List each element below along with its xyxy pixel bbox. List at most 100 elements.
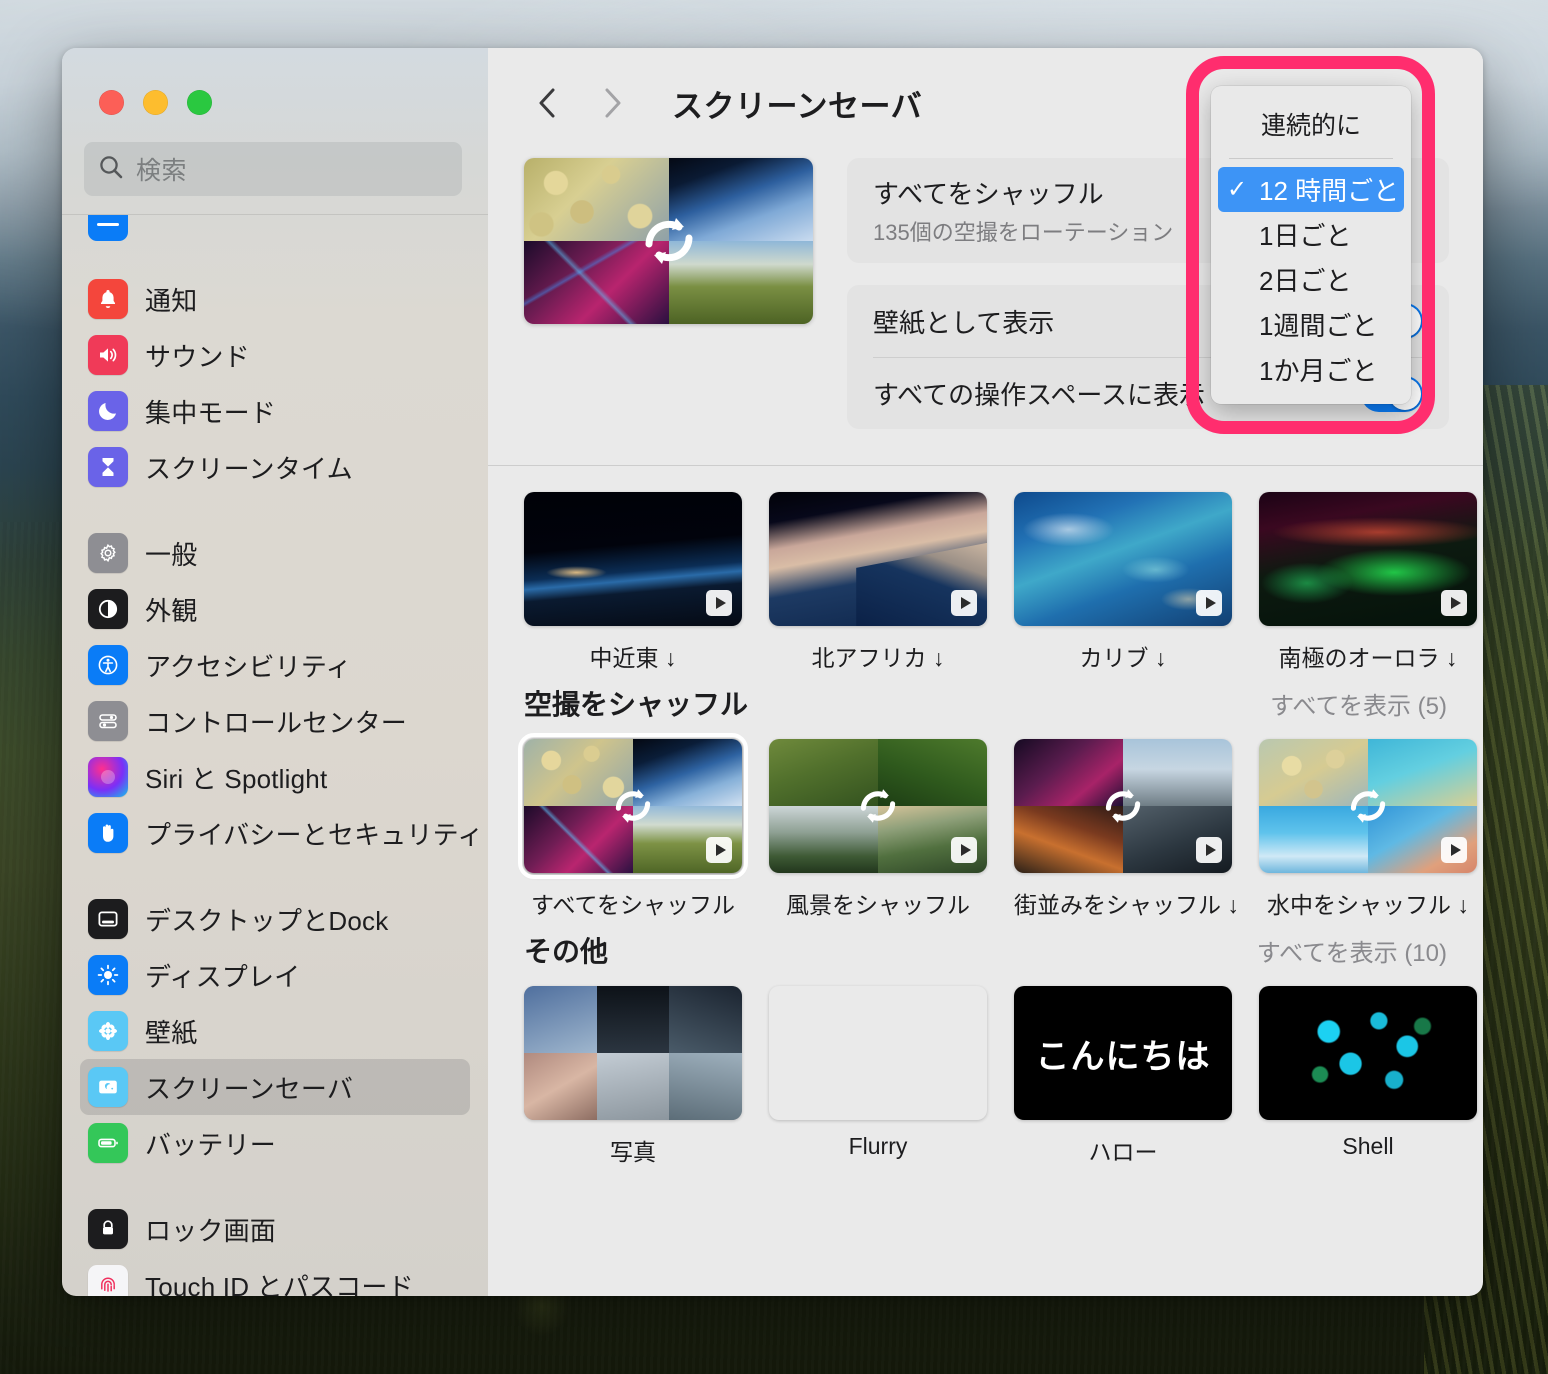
sidebar-item-touchid-password[interactable]: Touch ID とパスコード [80, 1257, 470, 1296]
gallery-tile[interactable]: 風景をシャッフル [769, 739, 987, 920]
tile-thumbnail[interactable] [1014, 492, 1232, 626]
show-all-link[interactable]: すべてを表示 (5) [1270, 686, 1447, 721]
menu-item-12-hours[interactable]: ✓ 12 時間ごと [1218, 167, 1404, 212]
tile-label: 水中をシャッフル ↓ [1267, 892, 1469, 918]
wallpaper-icon [88, 1011, 128, 1051]
minimize-button[interactable] [143, 90, 168, 115]
hello-art-text: こんにちは [1035, 1037, 1211, 1076]
tile-thumbnail[interactable] [1259, 492, 1477, 626]
sidebar-item-screensaver[interactable]: スクリーンセーバ [80, 1059, 470, 1115]
forward-button[interactable] [584, 75, 640, 131]
sidebar-item-sound[interactable]: サウンド [80, 327, 470, 383]
sidebar-group-4: ロック画面 Touch ID とパスコード [62, 1201, 488, 1296]
bell-icon [88, 279, 128, 319]
gallery-tile[interactable]: すべてをシャッフル [518, 733, 748, 920]
sidebar-item-control-center[interactable]: コントロールセンター [80, 693, 470, 749]
menu-item-label: 2日ごと [1259, 266, 1352, 296]
menu-item-weekly[interactable]: 1週間ごと [1218, 302, 1404, 347]
siri-icon [88, 757, 128, 797]
sidebar-item-label: アクセシビリティ [145, 651, 352, 682]
play-icon [706, 590, 732, 616]
gallery-section: 中近東 ↓ 北アフリカ ↓ カリブ ↓ 南極のオーロラ ↓ [524, 492, 1483, 673]
gallery-tile[interactable]: 街並みをシャッフル ↓ [1014, 739, 1239, 920]
gallery-tile[interactable]: 水中をシャッフル ↓ [1259, 739, 1477, 920]
sidebar-item-label: バッテリー [145, 1129, 277, 1160]
tile-thumbnail[interactable] [1014, 739, 1232, 873]
menu-item-label: 1日ごと [1259, 221, 1352, 251]
sidebar-item-screentime[interactable]: スクリーンタイム [80, 439, 470, 495]
gallery-row: すべてをシャッフル 風景をシャッフル 街並みをシャッフル ↓ 水中をシャッフル … [518, 733, 1483, 920]
show-all-link[interactable]: すべてを表示 (10) [1257, 933, 1447, 968]
tile-thumbnail[interactable] [769, 739, 987, 873]
gallery-section: 空撮をシャッフル すべてを表示 (5) すべてをシャッフル 風景をシャッフル 街… [518, 683, 1483, 920]
gallery-tile[interactable]: 写真 [524, 986, 742, 1167]
sidebar-item-desktop-dock[interactable]: デスクトップとDock [80, 891, 470, 947]
tile-thumbnail[interactable] [769, 986, 987, 1120]
close-button[interactable] [99, 90, 124, 115]
shuffle-rotate-icon [1341, 779, 1395, 833]
gallery-tile[interactable]: 中近東 ↓ [524, 492, 742, 673]
gallery-tile[interactable]: Flurry [769, 986, 987, 1167]
sidebar-item-label: 壁紙 [145, 1017, 198, 1048]
tile-thumbnail[interactable] [518, 733, 748, 879]
gallery-tile[interactable]: カリブ ↓ [1014, 492, 1232, 673]
sidebar-item-privacy-security[interactable]: プライバシーとセキュリティ [80, 805, 483, 861]
menu-item-every-2-days[interactable]: 2日ごと [1218, 257, 1404, 302]
gallery-tile[interactable]: 南極のオーロラ ↓ [1259, 492, 1477, 673]
shuffle-rotate-icon [606, 779, 660, 833]
zoom-button[interactable] [187, 90, 212, 115]
sidebar-item-displays[interactable]: ディスプレイ [80, 947, 470, 1003]
tile-thumbnail[interactable] [769, 492, 987, 626]
gallery-tile[interactable]: 北アフリカ ↓ [769, 492, 987, 673]
search-container: 検索 [62, 115, 488, 196]
sidebar-item-general[interactable]: 一般 [80, 525, 470, 581]
tile-art [1259, 986, 1477, 1120]
sidebar-item-battery[interactable]: バッテリー [80, 1115, 470, 1171]
sidebar-item-label: サウンド [145, 341, 250, 372]
shuffle-rotate-icon [1096, 779, 1150, 833]
sidebar-scroll-area[interactable]: 通知 サウンド 集中モード スクリーンタイム 一般 外観 アクセシビリティ コン… [62, 214, 488, 1296]
sidebar-item-appearance[interactable]: 外観 [80, 581, 470, 637]
tile-label: 北アフリカ ↓ [811, 645, 945, 671]
tile-thumbnail[interactable] [1259, 986, 1477, 1120]
lock-icon [88, 1209, 128, 1249]
window-controls[interactable] [62, 48, 488, 115]
menu-item-monthly[interactable]: 1か月ごと [1218, 347, 1404, 392]
back-button[interactable] [520, 75, 576, 131]
tile-label: ハロー [1088, 1139, 1158, 1165]
hourglass-icon [88, 447, 128, 487]
menu-item-label: 12 時間ごと [1259, 176, 1400, 206]
tile-label: Flurry [848, 1133, 908, 1159]
tile-thumbnail[interactable]: こんにちは [1014, 986, 1232, 1120]
brightness-icon [88, 955, 128, 995]
tile-art [524, 986, 742, 1120]
sidebar-item-notifications[interactable]: 通知 [80, 271, 470, 327]
photos-mosaic [524, 986, 742, 1120]
gallery-section: その他 すべてを表示 (10) 写真 Flurry こんにちは ハロー Shel… [524, 930, 1483, 1167]
sidebar-item-wallpaper[interactable]: 壁紙 [80, 1003, 470, 1059]
sidebar-item-siri-spotlight[interactable]: Siri と Spotlight [80, 749, 470, 805]
tile-label: 風景をシャッフル [786, 892, 970, 918]
sidebar-item-label: コントロールセンター [145, 707, 408, 738]
sidebar-item-accessibility[interactable]: アクセシビリティ [80, 637, 470, 693]
gallery-tile[interactable]: こんにちは ハロー [1014, 986, 1232, 1167]
tile-thumbnail[interactable] [524, 492, 742, 626]
tile-label: Shell [1342, 1133, 1394, 1159]
chevron-right-icon [598, 86, 626, 120]
tile-thumbnail[interactable] [1259, 739, 1477, 873]
search-placeholder: 検索 [136, 157, 188, 185]
gallery-tile[interactable]: Shell [1259, 986, 1477, 1167]
sidebar-item-focus[interactable]: 集中モード [80, 383, 470, 439]
screensaver-gallery[interactable]: 中近東 ↓ 北アフリカ ↓ カリブ ↓ 南極のオーロラ ↓ 空撮をシャッフル す… [488, 466, 1483, 1296]
gallery-row: 写真 Flurry こんにちは ハロー Shell [524, 986, 1483, 1167]
shuffle-interval-menu[interactable]: 連続的に ✓ 12 時間ごと 1日ごと 2日ごと 1週間ごと 1か月ごと [1211, 86, 1411, 404]
sidebar-item-lock-screen[interactable]: ロック画面 [80, 1201, 470, 1257]
tile-thumbnail[interactable] [524, 986, 742, 1120]
sidebar-item-label: Siri と Spotlight [145, 763, 328, 794]
section-title: 空撮をシャッフル [524, 689, 749, 720]
play-icon [1441, 590, 1467, 616]
search-input[interactable]: 検索 [84, 142, 462, 196]
screensaver-preview-thumbnail[interactable] [524, 158, 813, 324]
menu-item-daily[interactable]: 1日ごと [1218, 212, 1404, 257]
shuffle-row-subtitle: 135個の空撮をローテーション [873, 220, 1174, 245]
